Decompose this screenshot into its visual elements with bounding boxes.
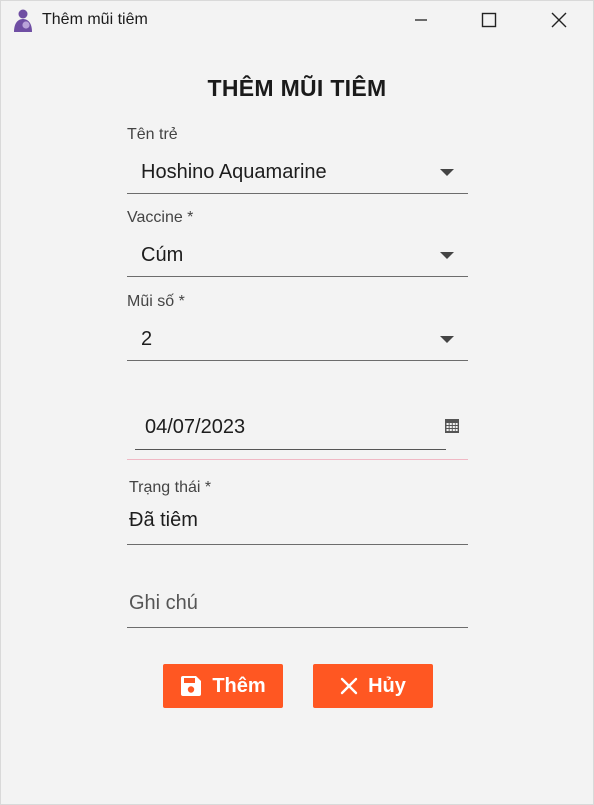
form-heading: THÊM MŨI TIÊM <box>207 75 387 101</box>
maximize-icon <box>481 12 497 28</box>
close-button[interactable] <box>536 1 582 39</box>
calendar-icon[interactable] <box>444 418 460 434</box>
status-value: Đã tiêm <box>129 509 198 531</box>
minimize-icon <box>415 19 427 21</box>
chevron-down-icon <box>440 169 454 176</box>
date-picker: 04/07/2023 <box>127 401 468 460</box>
chevron-down-icon <box>440 336 454 343</box>
save-icon <box>181 676 202 696</box>
note-field[interactable]: Ghi chú <box>127 587 468 628</box>
date-input[interactable]: 04/07/2023 <box>135 407 446 450</box>
title-bar: Thêm mũi tiêm <box>1 1 593 39</box>
maximize-button[interactable] <box>466 1 512 39</box>
cancel-button[interactable]: Hủy <box>313 664 433 708</box>
child-name-label: Tên trẻ <box>127 126 178 143</box>
close-icon <box>340 677 358 695</box>
dose-value: 2 <box>141 328 153 350</box>
vaccine-value: Cúm <box>141 244 184 266</box>
date-value: 04/07/2023 <box>145 416 246 438</box>
app-window: Thêm mũi tiêm THÊM MŨI TIÊM Tên trẻ Hosh… <box>0 0 594 805</box>
status-label: Trạng thái * <box>129 479 212 496</box>
minimize-button[interactable] <box>398 1 444 39</box>
child-name-select[interactable]: Hoshino Aquamarine <box>127 153 468 194</box>
vaccine-select[interactable]: Cúm <box>127 236 468 277</box>
dose-select[interactable]: 2 <box>127 320 468 361</box>
cancel-button-label: Hủy <box>368 674 406 697</box>
vaccine-label: Vaccine * <box>127 209 194 226</box>
add-button-label: Thêm <box>212 674 266 697</box>
dose-label: Mũi số * <box>127 293 185 310</box>
close-icon <box>551 12 567 28</box>
note-placeholder: Ghi chú <box>129 592 198 614</box>
child-name-value: Hoshino Aquamarine <box>141 161 327 183</box>
window-title: Thêm mũi tiêm <box>42 11 148 28</box>
mother-baby-icon <box>11 8 37 34</box>
status-field[interactable]: Đã tiêm <box>127 501 468 545</box>
add-button[interactable]: Thêm <box>163 664 283 708</box>
chevron-down-icon <box>440 252 454 259</box>
